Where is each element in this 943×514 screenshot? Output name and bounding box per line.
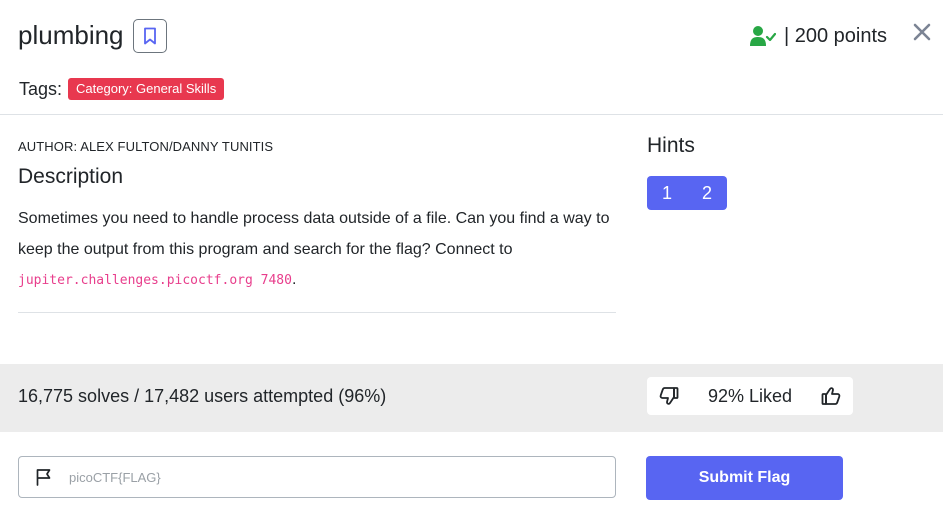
bookmark-icon [144, 27, 156, 45]
flag-icon [36, 469, 51, 486]
tags-row: Tags: Category: General Skills [19, 78, 225, 100]
description-heading: Description [18, 165, 124, 188]
description-text: Sometimes you need to handle process dat… [18, 204, 628, 297]
description-end: . [291, 271, 297, 288]
liked-percentage: 92% Liked [707, 385, 793, 406]
bookmark-button[interactable] [133, 19, 167, 53]
hint-button-1[interactable]: 1 [647, 176, 687, 210]
close-icon [913, 23, 931, 41]
hint-button-2[interactable]: 2 [687, 176, 727, 210]
thumbs-up-icon [821, 387, 841, 405]
points-label: | 200 points [784, 24, 888, 47]
points-display: | 200 points [750, 22, 887, 50]
user-check-icon [750, 26, 776, 46]
solves-count: 16,775 solves / 17,482 users attempted (… [18, 386, 387, 406]
close-button[interactable] [910, 20, 934, 44]
description-body: Sometimes you need to handle process dat… [18, 210, 610, 258]
like-button[interactable] [821, 386, 841, 406]
flag-input-container [18, 456, 616, 498]
tag-badge-category[interactable]: Category: General Skills [68, 78, 225, 100]
submit-flag-button[interactable]: Submit Flag [646, 456, 843, 500]
hints-button-group: 1 2 [647, 176, 727, 210]
challenge-author: AUTHOR: ALEX FULTON/DANNY TUNITIS [18, 139, 274, 154]
hints-heading: Hints [647, 134, 695, 157]
dislike-button[interactable] [659, 386, 679, 406]
flag-input[interactable] [69, 469, 569, 485]
tags-label: Tags: [19, 78, 63, 99]
like-rating-box: 92% Liked [647, 377, 853, 415]
description-divider [18, 312, 616, 313]
challenge-header: plumbing | 200 points Tags: Category: Ge… [0, 0, 943, 115]
connection-command: jupiter.challenges.picoctf.org 7480 [18, 273, 292, 288]
stats-band: 16,775 solves / 17,482 users attempted (… [0, 364, 943, 432]
thumbs-down-icon [659, 387, 679, 405]
challenge-title: plumbing [18, 20, 124, 50]
